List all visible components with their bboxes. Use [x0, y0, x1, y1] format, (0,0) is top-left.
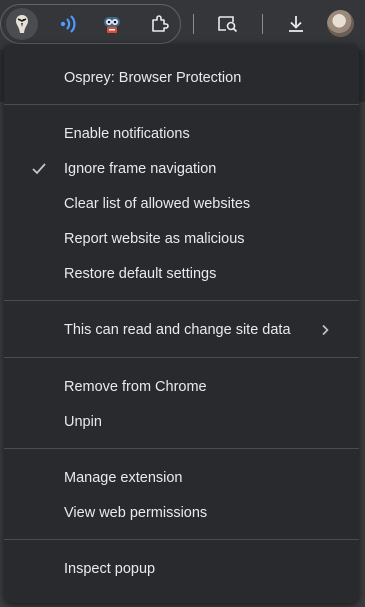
- osprey-extension-button[interactable]: [6, 8, 38, 40]
- menu-item-site-access[interactable]: This can read and change site data: [4, 313, 359, 347]
- search-in-page-button[interactable]: [212, 8, 244, 40]
- profile-avatar[interactable]: [327, 10, 354, 37]
- menu-header-extension-name[interactable]: Osprey: Browser Protection: [4, 61, 359, 95]
- checkmark-icon: [30, 160, 48, 178]
- menu-item-label: Restore default settings: [64, 266, 217, 282]
- osprey-icon: [16, 15, 28, 33]
- menu-item-label: Inspect popup: [64, 561, 156, 577]
- extensions-button[interactable]: [143, 8, 175, 40]
- menu-item-label: View web permissions: [64, 505, 208, 521]
- menu-item-manage-extension[interactable]: Manage extension: [4, 461, 359, 495]
- chevron-right-icon: [318, 323, 332, 337]
- extension-context-menu: Osprey: Browser Protection Enable notifi…: [4, 44, 359, 603]
- wifi-signal-icon: [60, 15, 76, 33]
- menu-divider: [4, 300, 359, 301]
- menu-divider: [4, 539, 359, 540]
- signal-extension-button[interactable]: [53, 8, 85, 40]
- menu-item-label: Manage extension: [64, 470, 183, 486]
- browser-toolbar: [0, 0, 365, 50]
- menu-item-label: Remove from Chrome: [64, 379, 207, 395]
- download-button[interactable]: [280, 8, 312, 40]
- menu-item-label: Unpin: [64, 414, 102, 430]
- menu-item-label: Enable notifications: [64, 126, 190, 142]
- toolbar-separator: [193, 14, 194, 34]
- menu-item-ignore-frame-navigation[interactable]: Ignore frame navigation: [4, 152, 359, 186]
- search-in-page-icon: [218, 16, 238, 33]
- menu-item-enable-notifications[interactable]: Enable notifications: [4, 117, 359, 151]
- menu-item-remove-from-chrome[interactable]: Remove from Chrome: [4, 370, 359, 404]
- extension-name-label: Osprey: Browser Protection: [64, 70, 242, 86]
- menu-item-label: Clear list of allowed websites: [64, 196, 251, 212]
- download-icon: [289, 16, 303, 32]
- puzzle-icon: [152, 15, 169, 32]
- robot-icon: [104, 17, 120, 33]
- menu-item-clear-allowed-websites[interactable]: Clear list of allowed websites: [4, 187, 359, 221]
- menu-item-report-malicious[interactable]: Report website as malicious: [4, 222, 359, 256]
- menu-item-restore-defaults[interactable]: Restore default settings: [4, 257, 359, 291]
- menu-item-view-web-permissions[interactable]: View web permissions: [4, 496, 359, 530]
- menu-item-label: Ignore frame navigation: [64, 161, 217, 177]
- menu-divider: [4, 357, 359, 358]
- menu-item-label: Report website as malicious: [64, 231, 245, 247]
- menu-divider: [4, 104, 359, 105]
- menu-divider: [4, 448, 359, 449]
- robot-extension-button[interactable]: [96, 8, 128, 40]
- menu-item-label: This can read and change site data: [64, 322, 291, 338]
- toolbar-separator: [262, 14, 263, 34]
- menu-item-inspect-popup[interactable]: Inspect popup: [4, 552, 359, 586]
- menu-item-unpin[interactable]: Unpin: [4, 405, 359, 439]
